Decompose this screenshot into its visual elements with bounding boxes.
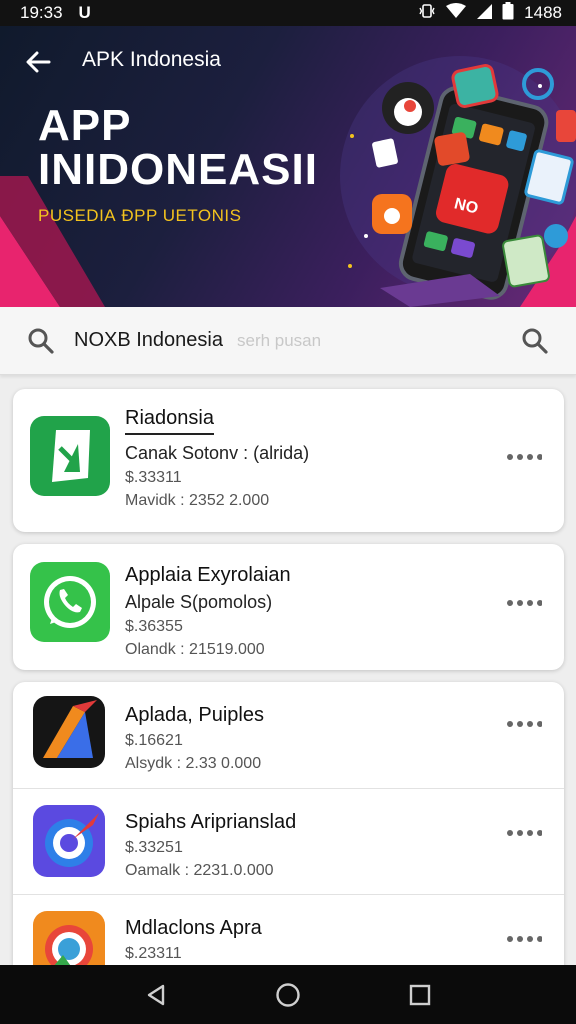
downloads-label: Oamalk :: [125, 862, 190, 879]
nav-home-icon[interactable]: [268, 975, 308, 1015]
back-arrow-icon[interactable]: [22, 46, 54, 78]
hero-banner: APK Indonesia APP INIDONEASII PUSEDIА ĐP…: [0, 26, 576, 307]
app-bar-title: APK Indonesia: [82, 48, 221, 71]
more-dots-icon[interactable]: [504, 712, 544, 736]
signal-icon: [476, 3, 493, 24]
list-item[interactable]: Riadonsia Canak Sotonv : (alrida) $.3331…: [13, 389, 564, 532]
app-list-card: Aplada, Puiples $.16621 Alsydk : 2.33 0.…: [13, 682, 564, 982]
status-badge: U: [78, 3, 91, 22]
more-dots-icon[interactable]: [504, 927, 544, 951]
vibrate-icon: [418, 2, 436, 25]
phone-chat-icon: [30, 562, 110, 642]
list-item[interactable]: Spiahs Ariprianslad $.33251 Oamalk : 223…: [13, 788, 564, 894]
downloads-label: Olandk :: [125, 641, 185, 658]
status-time: 19:33: [20, 3, 63, 22]
wifi-icon: [446, 2, 467, 24]
app-downloads: Mavidk : 2352 2.000: [125, 492, 494, 510]
search-placeholder: serh pusan: [236, 330, 322, 350]
app-card[interactable]: Riadonsia Canak Sotonv : (alrida) $.3331…: [13, 389, 564, 532]
app-name: Riadonsia: [125, 407, 494, 435]
app-name: Mdlaclons Apra: [125, 917, 262, 939]
app-price: $.23311: [125, 945, 182, 962]
nav-back-icon[interactable]: [136, 975, 176, 1015]
app-price: $.33251: [125, 839, 183, 856]
downloads-value: 21519.000: [189, 641, 265, 658]
app-price: $.33311: [125, 469, 182, 486]
app-developer: Alpale S(pomolos): [125, 592, 273, 612]
app-downloads: Olandk : 21519.000: [125, 641, 494, 659]
app-downloads: Alsydk : 2.33 0.000: [125, 755, 494, 773]
battery-icon: [502, 1, 514, 25]
app-name: Applaia Exyrolaian: [125, 564, 291, 586]
spiral-icon: [33, 805, 105, 877]
battery-text: 1488: [524, 3, 562, 22]
green-tile-icon: [30, 416, 110, 496]
downloads-value: 2231.0.000: [193, 862, 274, 879]
nav-recents-icon[interactable]: [400, 975, 440, 1015]
system-nav-bar: [0, 965, 576, 1024]
more-dots-icon[interactable]: [504, 821, 544, 845]
arrow-tile-icon: [33, 696, 105, 768]
app-downloads: Oamalk : 2231.0.000: [125, 862, 494, 880]
status-bar: 19:33 U 1488: [0, 0, 576, 26]
list-item[interactable]: Applaia Exyrolaian Alpale S(pomolos) $.3…: [13, 544, 564, 670]
downloads-value: 2352 2.000: [189, 492, 270, 509]
search-bar[interactable]: NOXB Indonesia serh pusan: [0, 307, 576, 375]
more-dots-icon[interactable]: [504, 445, 544, 469]
app-developer: Canak Sotonv : (alrida): [125, 443, 310, 463]
downloads-value: 2.33 0.000: [185, 755, 262, 772]
downloads-label: Mavidk :: [125, 492, 185, 509]
hero-title: APP INIDONEASII: [38, 101, 318, 194]
app-name: Spiahs Ariprianslad: [125, 811, 297, 833]
app-price: $.16621: [125, 732, 183, 749]
downloads-label: Alsydk :: [125, 755, 182, 772]
app-card[interactable]: Applaia Exyrolaian Alpale S(pomolos) $.3…: [13, 544, 564, 670]
search-query[interactable]: NOXB Indonesia: [74, 329, 223, 352]
hero-subtitle: PUSEDIА ĐPP UETONIS: [38, 206, 242, 225]
more-dots-icon[interactable]: [504, 591, 544, 615]
app-price: $.36355: [125, 618, 183, 635]
search-submit-icon[interactable]: [520, 326, 550, 356]
app-name: Aplada, Puiples: [125, 704, 264, 726]
search-icon: [26, 326, 56, 356]
list-item[interactable]: Aplada, Puiples $.16621 Alsydk : 2.33 0.…: [13, 682, 564, 788]
